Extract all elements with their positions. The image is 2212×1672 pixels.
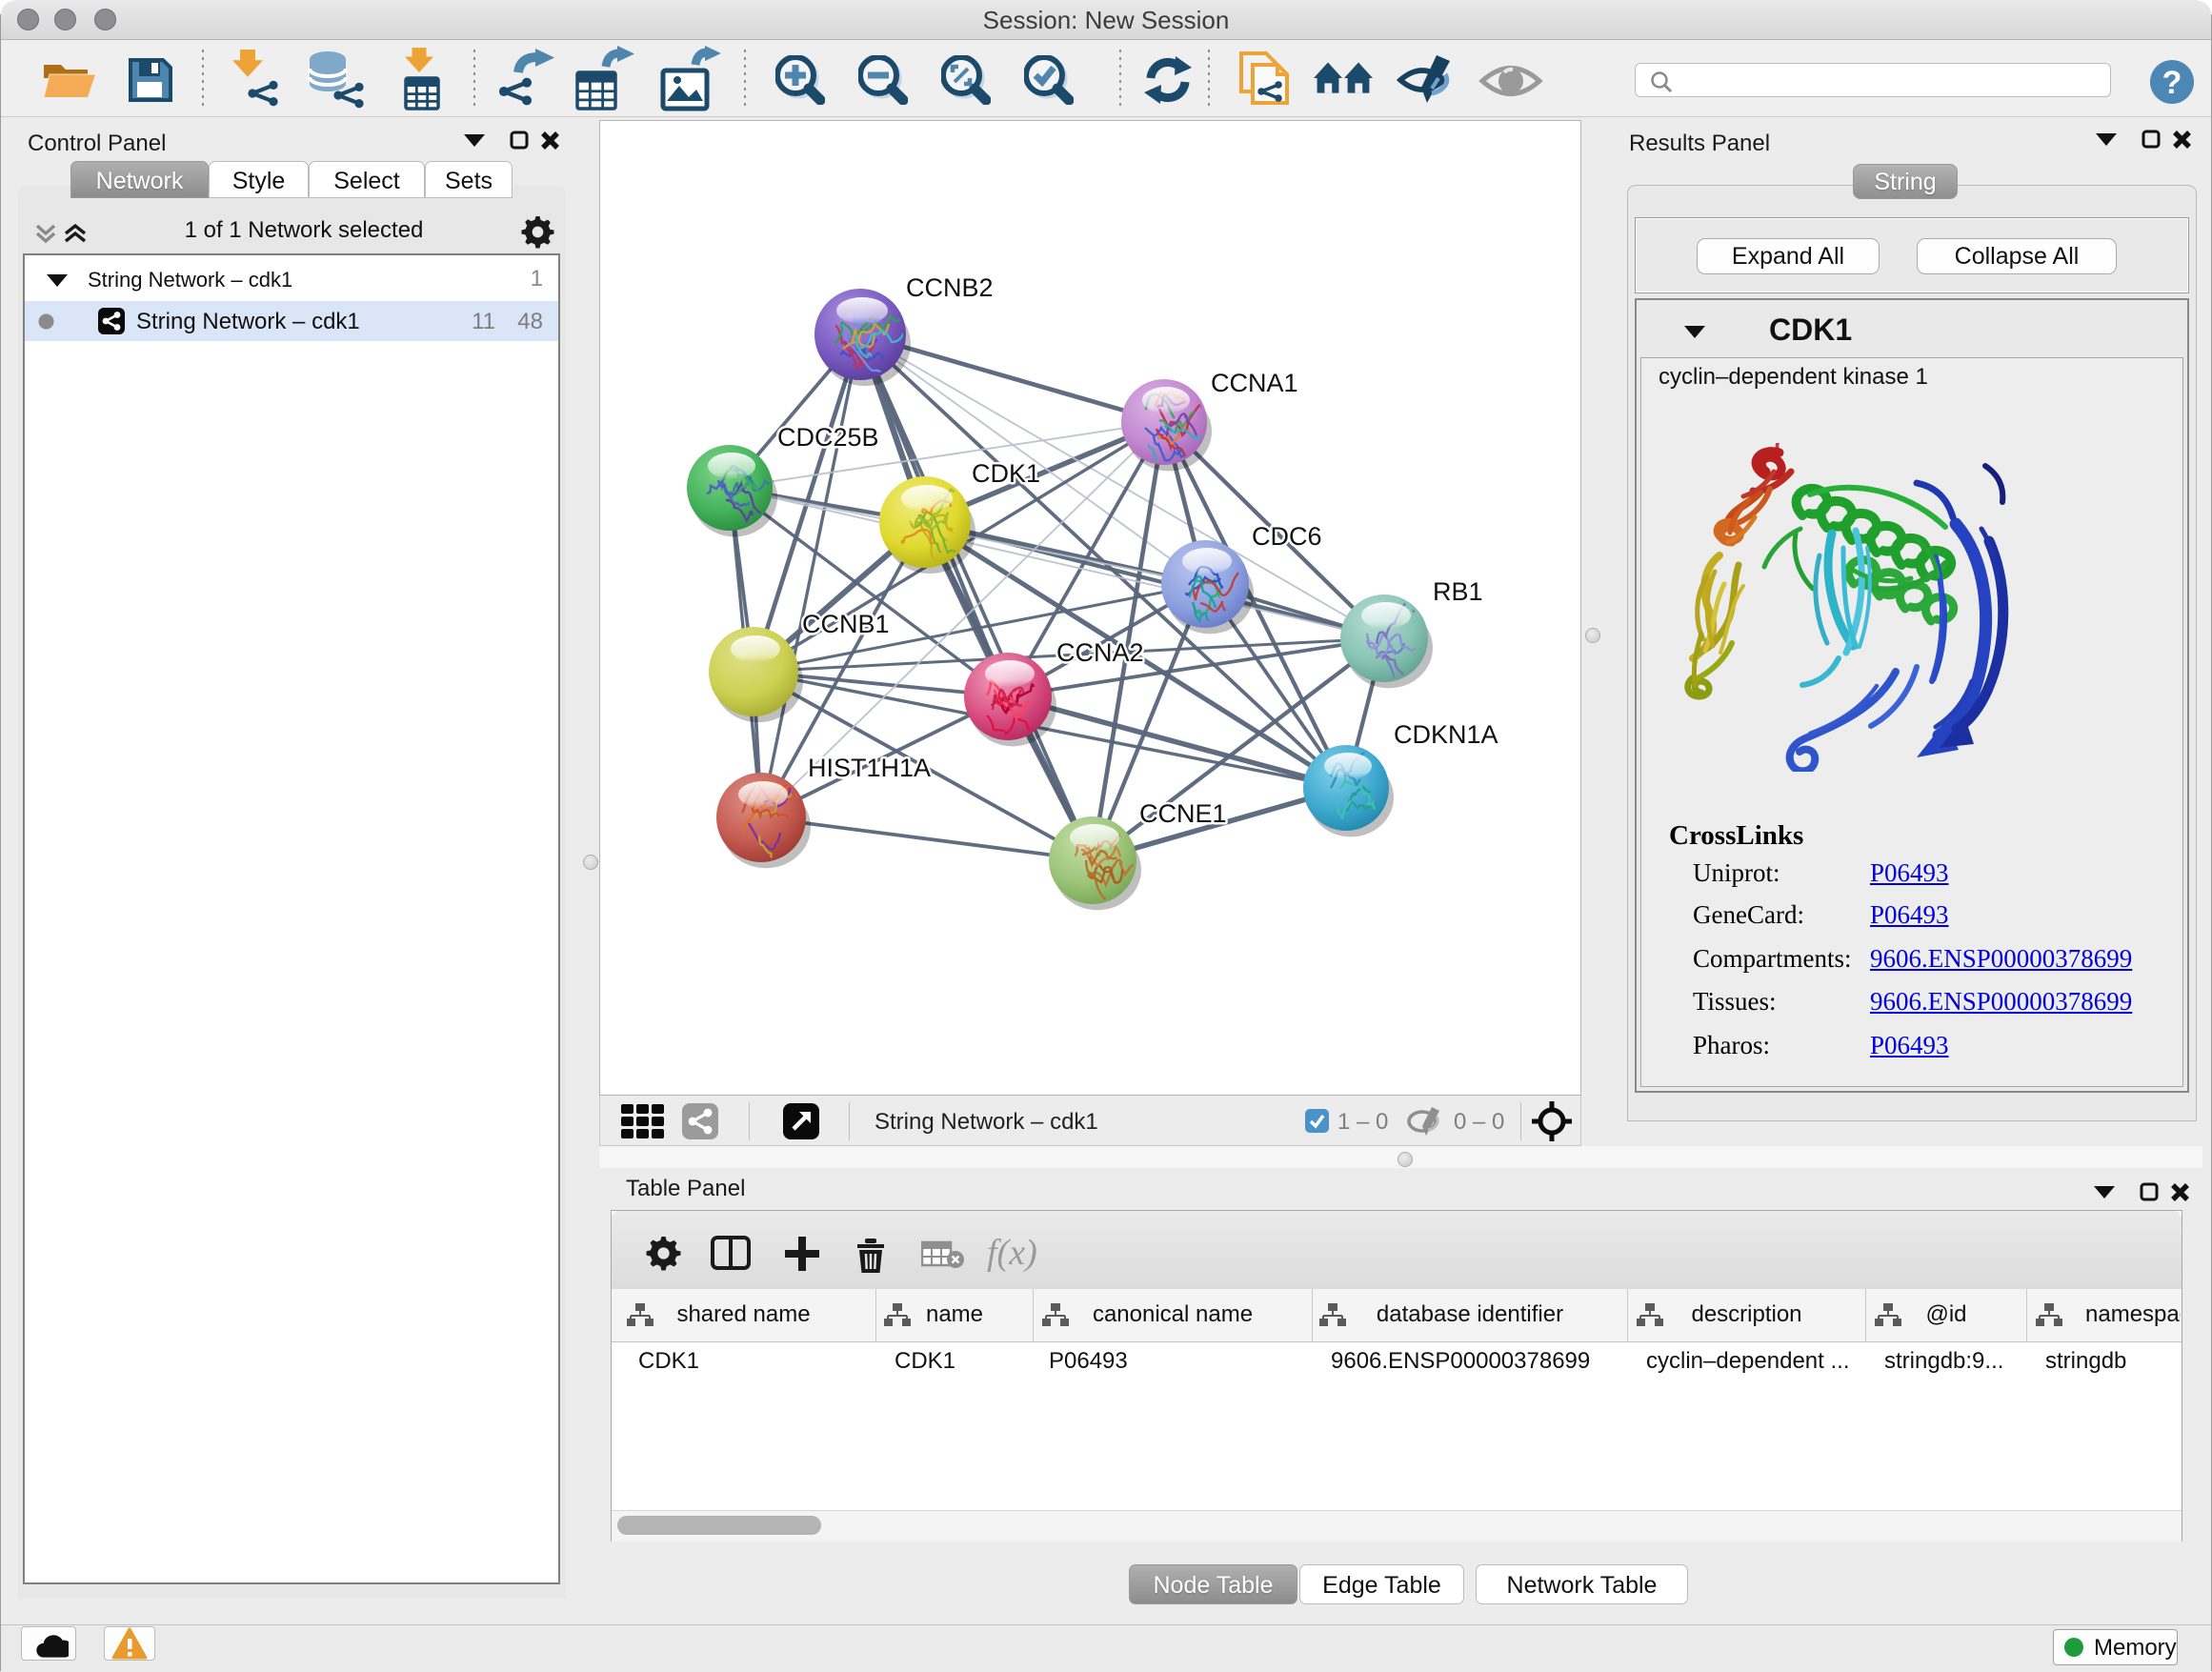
svg-text:CDC6: CDC6: [1252, 522, 1322, 551]
svg-text:CCNB2: CCNB2: [906, 273, 994, 302]
svg-text:HIST1H1A: HIST1H1A: [808, 754, 931, 782]
svg-text:CCNA2: CCNA2: [1056, 638, 1144, 667]
svg-text:CDC25B: CDC25B: [777, 423, 879, 452]
svg-text:CDK1: CDK1: [972, 459, 1040, 488]
svg-text:CDKN1A: CDKN1A: [1394, 720, 1498, 749]
svg-text:RB1: RB1: [1433, 577, 1483, 606]
svg-text:CCNB1: CCNB1: [802, 610, 890, 638]
svg-text:CCNA1: CCNA1: [1211, 369, 1298, 397]
svg-text:CCNE1: CCNE1: [1139, 799, 1227, 828]
svg-text:?: ?: [2162, 65, 2182, 101]
